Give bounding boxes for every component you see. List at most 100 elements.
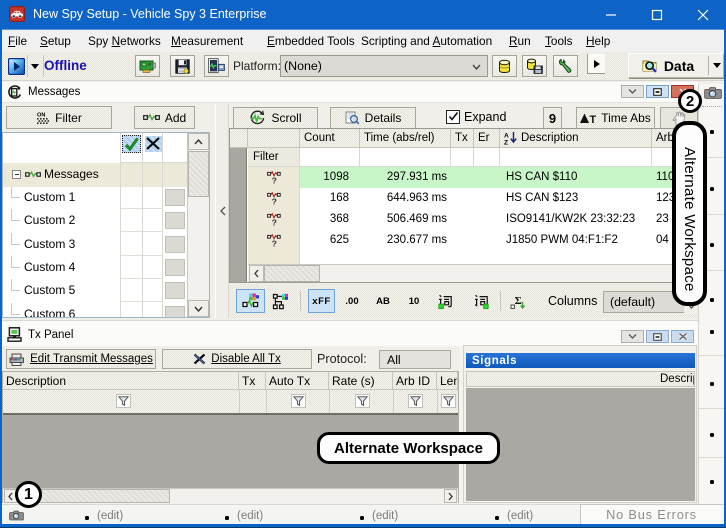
maximize-button[interactable] bbox=[634, 0, 680, 29]
grid-filter-cell[interactable] bbox=[500, 148, 652, 167]
tx-filter-funnel[interactable] bbox=[441, 394, 456, 408]
grid-column-header[interactable]: Tx bbox=[451, 129, 474, 148]
message-row[interactable]: ?368506.469 msISO9141/KW2K 23:32:2323 3 bbox=[248, 209, 698, 230]
messages-collapse-button[interactable] bbox=[621, 85, 644, 98]
status-edit-label[interactable]: (edit) bbox=[507, 510, 533, 522]
grid-filter-cell[interactable] bbox=[300, 148, 360, 167]
save-database-button[interactable] bbox=[522, 55, 547, 77]
tx-restore-button[interactable] bbox=[646, 330, 669, 343]
grid-column-header[interactable]: Er bbox=[474, 129, 500, 148]
tree-splitter[interactable] bbox=[215, 104, 229, 318]
dock-tab-bullet[interactable] bbox=[710, 298, 714, 302]
tree-cell[interactable] bbox=[142, 279, 163, 302]
tree-item-custom-2[interactable]: Custom 2 bbox=[3, 209, 187, 232]
grid-icon-column-header[interactable] bbox=[248, 129, 300, 148]
run-dropdown-button[interactable] bbox=[28, 55, 42, 77]
grid-filter-cell[interactable] bbox=[451, 148, 474, 167]
tx-filter-funnel[interactable] bbox=[116, 394, 131, 408]
dock-tab-bullet[interactable] bbox=[710, 130, 714, 134]
time-abs-button[interactable]: T Time Abs bbox=[576, 107, 655, 129]
tree-cell[interactable] bbox=[120, 209, 143, 232]
dock-tab-bullet[interactable] bbox=[710, 187, 714, 191]
grid-scroll-thumb[interactable] bbox=[264, 265, 320, 282]
tree-cell[interactable] bbox=[142, 233, 163, 256]
grid-indicator-header[interactable] bbox=[230, 129, 248, 148]
status-edit-label[interactable]: (edit) bbox=[97, 510, 123, 522]
grid-column-header[interactable]: Time (abs/rel) bbox=[360, 129, 451, 148]
tx-scroll-right[interactable] bbox=[444, 489, 457, 503]
menu-item-run[interactable]: Run bbox=[509, 30, 531, 53]
run-button[interactable] bbox=[5, 55, 27, 77]
tree-cell[interactable] bbox=[120, 186, 143, 209]
tree-item-custom-6[interactable]: Custom 6 bbox=[3, 303, 187, 319]
menu-item-measurement[interactable]: Measurement bbox=[171, 30, 243, 53]
workspace-tab-annotation[interactable]: Alternate Workspace bbox=[672, 121, 707, 306]
desktop-options-button[interactable] bbox=[204, 55, 229, 77]
hardware-setup-button[interactable] bbox=[135, 55, 160, 77]
tree-item-custom-5[interactable]: Custom 5 bbox=[3, 279, 187, 302]
tree-cell-box[interactable] bbox=[165, 189, 185, 206]
tree-scroll-down[interactable] bbox=[188, 300, 209, 317]
grid-column-header[interactable]: Count bbox=[300, 129, 360, 148]
database-button[interactable] bbox=[492, 55, 517, 77]
tree-cell[interactable] bbox=[120, 279, 143, 302]
tree-cell[interactable] bbox=[142, 209, 163, 232]
dock-tab-bullet[interactable] bbox=[710, 243, 714, 247]
binary-toggle-button[interactable]: 10 bbox=[401, 289, 427, 313]
ascii-toggle-button[interactable]: AB bbox=[370, 289, 396, 313]
menu-item-embedded-tools[interactable]: Embedded Tools bbox=[267, 30, 355, 53]
dock-tab-bullet[interactable] bbox=[710, 433, 714, 437]
filter-button[interactable]: ON Filter bbox=[6, 106, 112, 129]
menu-item-file[interactable]: File bbox=[8, 30, 27, 53]
dock-tab-bullet[interactable] bbox=[710, 382, 714, 386]
expand-checkbox[interactable] bbox=[446, 110, 460, 124]
data-dropdown-button[interactable] bbox=[709, 54, 724, 77]
signal-view-button[interactable] bbox=[236, 289, 265, 313]
tx-filter-funnel[interactable] bbox=[408, 394, 423, 408]
tree-cell-box[interactable] bbox=[165, 282, 185, 299]
decimal-toggle-button[interactable]: .00 bbox=[339, 289, 365, 313]
tree-cell[interactable] bbox=[142, 186, 163, 209]
tree-cell[interactable] bbox=[142, 303, 163, 319]
protocol-select[interactable]: All bbox=[379, 350, 451, 369]
messages-restore-button[interactable] bbox=[646, 85, 669, 98]
signals-column-header[interactable]: Description bbox=[466, 371, 695, 387]
message-row[interactable]: ?1098297.931 msHS CAN $110110 bbox=[248, 167, 698, 188]
menu-item-scripting-and-automation[interactable]: Scripting and Automation bbox=[361, 30, 492, 53]
tree-cell[interactable] bbox=[120, 256, 143, 279]
tx-filter-funnel[interactable] bbox=[291, 394, 306, 408]
tree-cell-box[interactable] bbox=[165, 236, 185, 253]
save-button[interactable] bbox=[170, 55, 195, 77]
tx-column-header[interactable]: Rate (s) bbox=[329, 372, 393, 390]
message-row[interactable]: ?168644.963 msHS CAN $123123 bbox=[248, 188, 698, 209]
interpret-all-button[interactable] bbox=[468, 289, 494, 313]
tx-column-header[interactable]: Len bbox=[437, 372, 458, 390]
tree-item-custom-3[interactable]: Custom 3 bbox=[3, 233, 187, 256]
menu-item-spy-networks[interactable]: Spy Networks bbox=[88, 30, 161, 53]
tx-filter-funnel[interactable] bbox=[355, 394, 370, 408]
tree-scroll-thumb[interactable] bbox=[188, 151, 209, 197]
tree-cell[interactable] bbox=[120, 233, 143, 256]
status-edit-label[interactable]: (edit) bbox=[237, 510, 263, 522]
message-row[interactable]: ?625230.677 msJ1850 PWM 04:F1:F204 F bbox=[248, 230, 698, 251]
sort-button[interactable]: Σ bbox=[505, 289, 531, 313]
status-edit-label[interactable]: (edit) bbox=[372, 510, 398, 522]
tree-cell[interactable] bbox=[120, 303, 143, 319]
menu-item-tools[interactable]: Tools bbox=[545, 30, 573, 53]
tree-cell-box[interactable] bbox=[165, 212, 185, 229]
grid-column-header[interactable]: AZDescription bbox=[500, 129, 652, 148]
hex-toggle-button[interactable]: xFF bbox=[308, 289, 335, 313]
data-button[interactable]: Data bbox=[629, 54, 707, 77]
tools-button[interactable] bbox=[553, 55, 578, 77]
grid-filter-cell[interactable] bbox=[360, 148, 451, 167]
menu-item-help[interactable]: Help bbox=[586, 30, 610, 53]
tx-column-header[interactable]: Description bbox=[3, 372, 239, 390]
nine-button[interactable]: 9 bbox=[543, 107, 562, 129]
add-button[interactable]: Add bbox=[134, 106, 195, 129]
uncheck-all-icon[interactable] bbox=[145, 136, 162, 152]
tree-cell-box[interactable] bbox=[165, 306, 185, 319]
tx-column-header[interactable]: Tx bbox=[239, 372, 266, 390]
interpret-button[interactable] bbox=[432, 289, 458, 313]
tx-close-button[interactable] bbox=[671, 330, 694, 343]
tree-view-button[interactable] bbox=[268, 289, 294, 313]
